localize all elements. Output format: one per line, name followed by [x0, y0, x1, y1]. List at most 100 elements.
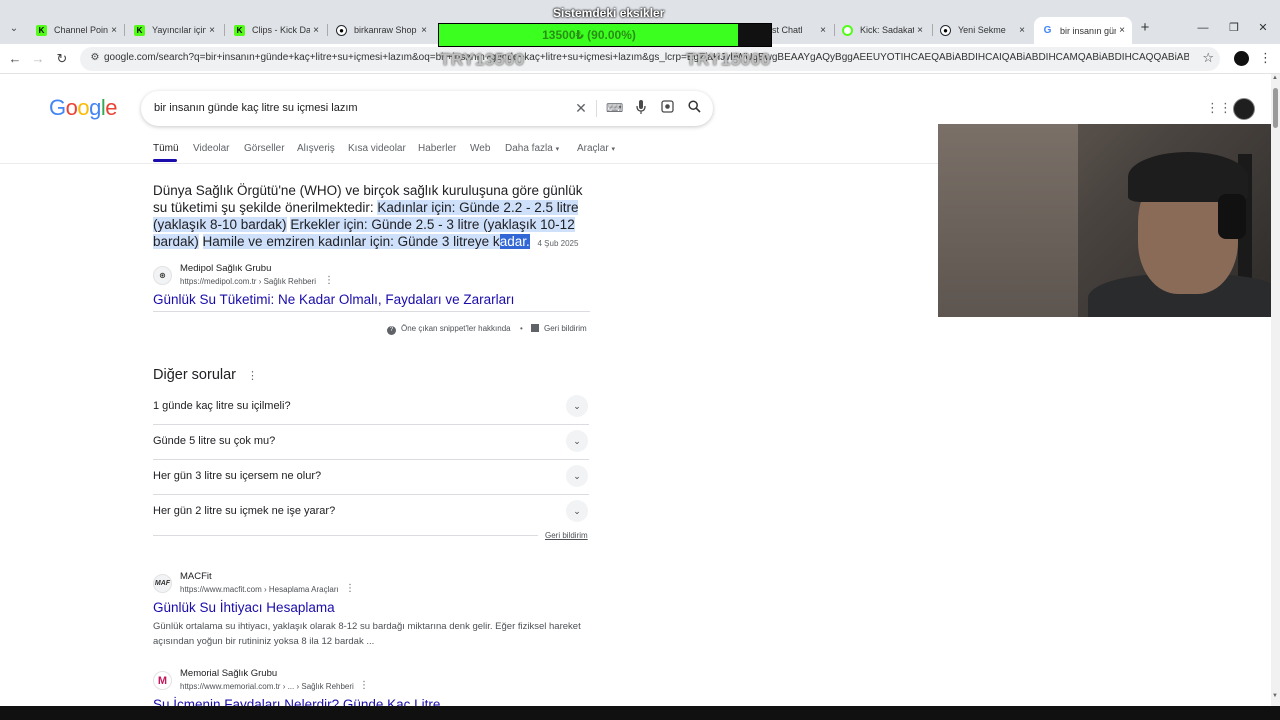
- paa-question-text: Her gün 2 litre su içmek ne işe yarar?: [153, 505, 336, 517]
- filter-images[interactable]: Görseller: [244, 143, 285, 154]
- bookmark-star-icon[interactable]: ☆: [1202, 50, 1214, 66]
- snippet-result-title[interactable]: Günlük Su Tüketimi: Ne Kadar Olmalı, Fay…: [153, 292, 514, 307]
- goal-current-amount: TRY13500: [440, 50, 525, 69]
- close-icon[interactable]: ×: [108, 25, 120, 36]
- more-options-icon[interactable]: ⋮: [345, 583, 355, 594]
- tab-channel-points[interactable]: K Channel Points ×: [28, 19, 124, 41]
- close-icon[interactable]: ×: [1116, 25, 1128, 36]
- clear-icon[interactable]: ✕: [573, 100, 589, 116]
- profile-avatar[interactable]: [1234, 51, 1249, 66]
- back-arrow-icon[interactable]: ←: [6, 50, 24, 68]
- close-icon[interactable]: ×: [206, 25, 218, 36]
- tab-label: est Chatl: [767, 25, 803, 35]
- about-snippets-label: Öne çıkan snippet'ler hakkında: [401, 324, 511, 333]
- tab-label: Yayıncılar için K: [152, 25, 206, 35]
- filter-web[interactable]: Web: [470, 143, 490, 154]
- close-icon[interactable]: ×: [1016, 25, 1028, 36]
- page-scrollbar[interactable]: [1271, 74, 1280, 714]
- chevron-down-icon[interactable]: ⌄: [566, 465, 588, 487]
- source-name: MACFit: [180, 571, 212, 582]
- result-description: Günlük ortalama su ihtiyacı, yaklaşık ol…: [153, 621, 581, 647]
- chevron-down-icon[interactable]: ⌄: [566, 395, 588, 417]
- tab-label: bir insanın gün: [1060, 25, 1116, 36]
- close-icon[interactable]: ×: [310, 25, 322, 36]
- reload-icon[interactable]: ↻: [53, 50, 71, 68]
- source-url: https://www.macfit.com › Hesaplama Araçl…: [180, 585, 339, 594]
- filter-short-videos[interactable]: Kısa videolar: [348, 143, 406, 154]
- macfit-favicon: MAF: [153, 574, 172, 593]
- paa-question[interactable]: Her gün 3 litre su içersem ne olur? ⌄: [153, 460, 589, 495]
- scrollbar-thumb[interactable]: [1273, 88, 1278, 128]
- tab-streamers[interactable]: K Yayıncılar için K ×: [126, 19, 222, 41]
- search-box[interactable]: bir insanın günde kaç litre su içmesi la…: [141, 91, 713, 126]
- close-icon[interactable]: ×: [914, 25, 926, 36]
- apps-grid-icon[interactable]: ⋮⋮⋮: [1206, 101, 1245, 115]
- feedback-label: Geri bildirim: [544, 324, 587, 333]
- scroll-down-arrow-icon[interactable]: ▼: [1272, 693, 1278, 699]
- source-url: https://www.memorial.com.tr › ... › Sağl…: [180, 682, 354, 691]
- goal-progress-text: 13500₺ (90.00%): [542, 28, 636, 42]
- new-tab-button[interactable]: +: [1137, 20, 1153, 36]
- chevron-down-icon[interactable]: ⌄: [566, 430, 588, 452]
- restore-icon[interactable]: ❐: [1226, 20, 1242, 36]
- tab-new-tab[interactable]: ● Yeni Sekme ×: [932, 19, 1032, 41]
- tab-kick-loyalty[interactable]: Kick: Sadakat p ×: [834, 19, 930, 41]
- tab-test-chat[interactable]: est Chatl ×: [765, 19, 833, 41]
- paa-question[interactable]: Günde 5 litre su çok mu? ⌄: [153, 425, 589, 460]
- source-name: Memorial Sağlık Grubu: [180, 668, 278, 679]
- url-text[interactable]: google.com/search?q=bir+insanın+günde+ka…: [104, 52, 1189, 63]
- more-options-icon[interactable]: ⋮: [324, 275, 334, 286]
- snippet-divider: [153, 311, 590, 312]
- minimize-icon[interactable]: —: [1195, 20, 1211, 36]
- taskbar-strip: [0, 706, 1280, 720]
- paa-question-text: Günde 5 litre su çok mu?: [153, 435, 276, 447]
- search-icon[interactable]: [686, 100, 702, 116]
- snippet-date: 4 Şub 2025: [537, 239, 579, 248]
- keyboard-icon[interactable]: ⌨: [606, 100, 623, 116]
- tab-search-icon[interactable]: ⌄: [6, 21, 22, 37]
- window-close-icon[interactable]: ✕: [1255, 20, 1271, 36]
- tab-label: Kick: Sadakat p: [860, 25, 914, 35]
- featured-snippet-text: Dünya Sağlık Örgütü'ne (WHO) ve birçok s…: [153, 182, 593, 252]
- scroll-up-arrow-icon[interactable]: ▲: [1272, 75, 1278, 81]
- kick-icon: K: [134, 24, 145, 36]
- tab-label: Channel Points: [54, 25, 108, 35]
- result-title[interactable]: Günlük Su İhtiyacı Hesaplama: [153, 600, 335, 615]
- paa-feedback-link[interactable]: Geri bildirim: [545, 531, 588, 540]
- filter-shopping[interactable]: Alışveriş: [297, 143, 335, 154]
- about-snippets-link[interactable]: ? Öne çıkan snippet'ler hakkında: [387, 324, 511, 335]
- caret-down-icon: ▾: [611, 146, 615, 153]
- chevron-down-icon[interactable]: ⌄: [566, 500, 588, 522]
- tab-label: birkanraw Shop: [354, 25, 417, 35]
- address-bar[interactable]: ⚙ google.com/search?q=bir+insanın+günde+…: [80, 47, 1220, 71]
- close-icon[interactable]: ×: [418, 25, 430, 36]
- google-account-avatar[interactable]: [1233, 98, 1255, 120]
- feedback-link[interactable]: Geri bildirim: [531, 324, 587, 333]
- close-icon[interactable]: ×: [817, 25, 829, 36]
- github-icon: ●: [940, 24, 951, 36]
- browser-menu-icon[interactable]: ⋮: [1259, 50, 1272, 66]
- tab-shop[interactable]: ● birkanraw Shop ×: [328, 19, 434, 41]
- filter-news[interactable]: Haberler: [418, 143, 456, 154]
- filter-videos[interactable]: Videolar: [193, 143, 230, 154]
- site-info-icon[interactable]: ⚙: [88, 52, 102, 66]
- paa-question-text: 1 günde kaç litre su içilmeli?: [153, 400, 291, 412]
- microphone-icon[interactable]: [633, 100, 649, 116]
- google-g-icon: G: [1043, 25, 1052, 36]
- goal-target-amount: TRY15000: [686, 50, 771, 69]
- tab-clips[interactable]: K Clips - Kick Da ×: [226, 19, 326, 41]
- forward-arrow-icon[interactable]: →: [29, 50, 47, 68]
- search-input[interactable]: bir insanın günde kaç litre su içmesi la…: [154, 102, 358, 114]
- filter-all[interactable]: Tümü: [153, 143, 179, 154]
- tab-google-search[interactable]: G bir insanın gün ×: [1034, 17, 1132, 44]
- filter-tools-label: Araçlar: [577, 143, 609, 154]
- filter-tools[interactable]: Araçlar ▾: [577, 143, 615, 154]
- medipol-favicon: ⊛: [153, 266, 172, 285]
- paa-question[interactable]: 1 günde kaç litre su içilmeli? ⌄: [153, 390, 589, 425]
- filter-more[interactable]: Daha fazla ▾: [505, 143, 559, 154]
- paa-options-icon[interactable]: ⋮: [247, 369, 258, 382]
- paa-question[interactable]: Her gün 2 litre su içmek ne işe yarar? ⌄: [153, 495, 589, 530]
- more-options-icon[interactable]: ⋮: [359, 680, 369, 691]
- camera-lens-icon[interactable]: [659, 100, 675, 116]
- google-logo[interactable]: Google: [49, 95, 118, 121]
